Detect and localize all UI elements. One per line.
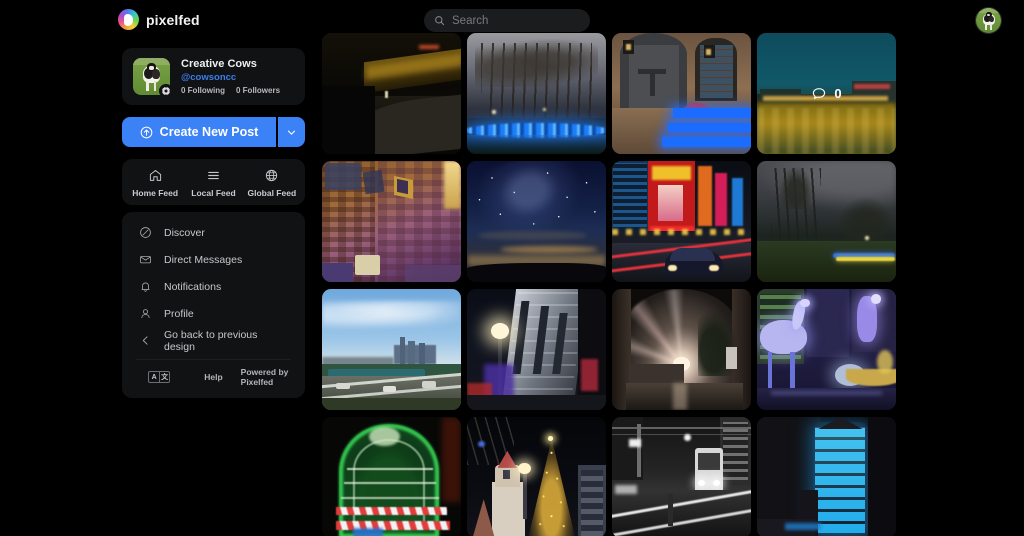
grid-tile[interactable]	[322, 289, 461, 410]
language-glyph-latin: A	[149, 372, 159, 382]
sidebar-item-home-feed[interactable]: Home Feed	[126, 168, 184, 198]
comment-overlay: 0	[757, 33, 896, 154]
bell-icon	[138, 280, 152, 293]
sidebar-item-profile[interactable]: Profile	[122, 300, 305, 327]
sidebar-item-label: Direct Messages	[164, 254, 242, 266]
grid-tile[interactable]: 0	[757, 33, 896, 154]
photo-grid: 0	[322, 33, 902, 536]
post-thumbnail	[322, 161, 461, 282]
brand[interactable]: pixelfed	[118, 9, 200, 30]
post-thumbnail	[612, 417, 751, 536]
post-thumbnail	[757, 417, 896, 536]
compose-row: Create New Post	[122, 117, 305, 147]
sidebar-item-label: Go back to previous design	[164, 329, 289, 353]
grid-tile[interactable]	[467, 161, 606, 282]
sidebar-item-local-feed[interactable]: Local Feed	[184, 168, 242, 198]
gear-icon[interactable]	[159, 84, 173, 98]
sidebar-item-label: Global Feed	[247, 188, 296, 198]
post-thumbnail	[322, 33, 461, 154]
grid-tile[interactable]	[467, 417, 606, 536]
post-thumbnail	[322, 289, 461, 410]
post-thumbnail	[467, 417, 606, 536]
grid-tile[interactable]	[612, 289, 751, 410]
sidebar-item-discover[interactable]: Discover	[122, 219, 305, 246]
list-icon	[206, 168, 221, 183]
app-root: pixelfed	[0, 0, 1024, 536]
powered-by-label: Powered by Pixelfed	[241, 367, 295, 387]
grid-tile[interactable]	[757, 161, 896, 282]
sidebar-item-label: Discover	[164, 227, 205, 239]
sidebar-item-label: Home Feed	[132, 188, 178, 198]
grid-tile[interactable]	[322, 33, 461, 154]
grid-tile[interactable]	[322, 161, 461, 282]
avatar[interactable]	[975, 7, 1002, 34]
globe-icon	[264, 168, 279, 183]
create-new-post-label: Create New Post	[160, 125, 259, 139]
envelope-icon	[138, 253, 152, 266]
post-thumbnail	[612, 161, 751, 282]
grid-tile[interactable]	[322, 417, 461, 536]
sidebar-item-label: Profile	[164, 308, 194, 320]
home-icon	[148, 168, 163, 183]
profile-avatar[interactable]	[133, 58, 170, 95]
grid-tile[interactable]	[612, 161, 751, 282]
sidebar-item-notifications[interactable]: Notifications	[122, 273, 305, 300]
profile-display-name: Creative Cows	[181, 58, 280, 71]
sidebar-item-label: Notifications	[164, 281, 221, 293]
search-input[interactable]	[452, 15, 572, 27]
grid-tile[interactable]	[467, 289, 606, 410]
post-thumbnail	[467, 289, 606, 410]
grid-tile[interactable]	[757, 417, 896, 536]
create-post-dropdown-button[interactable]	[278, 117, 305, 147]
grid-tile[interactable]	[757, 289, 896, 410]
sidebar-item-direct-messages[interactable]: Direct Messages	[122, 246, 305, 273]
post-thumbnail	[612, 33, 751, 154]
post-thumbnail	[757, 161, 896, 282]
feed-tabs: Home Feed Local Feed Global Fe	[122, 159, 305, 205]
language-icon[interactable]: A 文	[148, 371, 170, 383]
compass-icon	[138, 226, 152, 239]
sidebar-item-go-back-previous-design[interactable]: Go back to previous design	[122, 327, 305, 354]
post-thumbnail	[467, 161, 606, 282]
profile-handle[interactable]: @cowsoncc	[181, 72, 280, 84]
post-thumbnail	[757, 289, 896, 410]
plus-circle-icon	[140, 126, 153, 139]
sidebar-footer: A 文 Help Powered by Pixelfed	[122, 360, 305, 389]
sidebar: Creative Cows @cowsoncc 0 Following 0 Fo…	[122, 48, 305, 398]
chevron-left-icon	[138, 334, 152, 347]
grid-tile[interactable]	[612, 417, 751, 536]
search-icon	[434, 15, 445, 26]
user-avatar	[976, 8, 1001, 33]
person-icon	[138, 307, 152, 320]
chevron-down-icon	[287, 128, 296, 137]
language-glyph-cjk: 文	[159, 372, 169, 382]
profile-card[interactable]: Creative Cows @cowsoncc 0 Following 0 Fo…	[122, 48, 305, 105]
post-thumbnail	[612, 289, 751, 410]
brand-name: pixelfed	[146, 12, 200, 28]
help-link[interactable]: Help	[204, 372, 222, 382]
search-bar[interactable]	[424, 9, 590, 32]
create-new-post-button[interactable]: Create New Post	[122, 117, 276, 147]
post-thumbnail	[467, 33, 606, 154]
grid-tile[interactable]	[467, 33, 606, 154]
comment-icon	[811, 86, 827, 102]
sidebar-item-global-feed[interactable]: Global Feed	[243, 168, 301, 198]
grid-tile[interactable]	[612, 33, 751, 154]
followers-count[interactable]: 0 Followers	[236, 86, 280, 95]
post-thumbnail	[322, 417, 461, 536]
comment-count: 0	[834, 86, 841, 101]
following-count[interactable]: 0 Following	[181, 86, 225, 95]
pixelfed-logo-icon	[118, 9, 139, 30]
sidebar-menu: Discover Direct Messages	[122, 212, 305, 398]
sidebar-item-label: Local Feed	[191, 188, 235, 198]
